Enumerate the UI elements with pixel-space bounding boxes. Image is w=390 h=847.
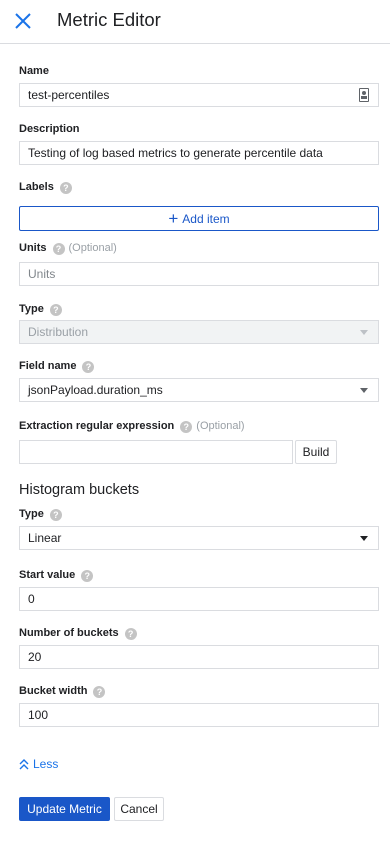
optional-text: (Optional): [68, 242, 117, 254]
extraction-input[interactable]: [19, 440, 293, 464]
help-icon[interactable]: ?: [180, 421, 193, 433]
less-label: Less: [33, 757, 59, 771]
field-name-value: jsonPayload.duration_ms: [28, 383, 163, 397]
description-input[interactable]: Testing of log based metrics to generate…: [19, 141, 379, 165]
start-value-label: Start value?: [19, 569, 94, 582]
labels-label-text: Labels: [19, 181, 54, 193]
description-label: Description: [19, 123, 80, 135]
help-icon[interactable]: ?: [93, 686, 106, 698]
type-value: Distribution: [28, 325, 89, 339]
extraction-label-text: Extraction regular expression: [19, 420, 175, 432]
add-item-button[interactable]: + Add item: [19, 206, 379, 231]
bucket-width-label: Bucket width?: [19, 685, 106, 698]
start-value-input[interactable]: 0: [19, 587, 379, 611]
histogram-type-value: Linear: [28, 531, 62, 545]
bucket-width-value: 100: [28, 708, 49, 722]
double-chevron-up-icon: [19, 759, 29, 770]
labels-label: Labels?: [19, 181, 72, 194]
page-title: Metric Editor: [57, 9, 161, 30]
units-input[interactable]: Units: [19, 262, 379, 286]
start-value-label-text: Start value: [19, 569, 76, 581]
field-name-label-text: Field name: [19, 360, 77, 372]
units-label: Units? (Optional): [19, 242, 117, 255]
bucket-width-input[interactable]: 100: [19, 703, 379, 727]
optional-text: (Optional): [196, 420, 245, 432]
help-icon[interactable]: ?: [59, 182, 72, 194]
cancel-button[interactable]: Cancel: [114, 797, 164, 821]
number-of-buckets-input[interactable]: 20: [19, 645, 379, 669]
help-icon[interactable]: ?: [82, 361, 95, 373]
start-value-value: 0: [28, 592, 35, 606]
type-label: Type?: [19, 303, 62, 316]
histogram-type-label: Type?: [19, 508, 62, 521]
units-label-text: Units: [19, 242, 47, 254]
field-name-select[interactable]: jsonPayload.duration_ms: [19, 378, 379, 402]
field-name-label: Field name?: [19, 360, 95, 373]
extraction-label: Extraction regular expression? (Optional): [19, 420, 245, 433]
name-label: Name: [19, 65, 49, 77]
chevron-down-icon: [360, 388, 368, 393]
bucket-width-label-text: Bucket width: [19, 685, 88, 697]
histogram-type-select[interactable]: Linear: [19, 526, 379, 550]
build-button[interactable]: Build: [295, 440, 337, 464]
update-metric-button[interactable]: Update Metric: [19, 797, 110, 821]
plus-icon: +: [168, 209, 179, 228]
name-input[interactable]: test-percentiles: [19, 83, 379, 107]
add-item-label: Add item: [182, 212, 230, 226]
less-toggle[interactable]: Less: [19, 757, 58, 771]
editor-header: Metric Editor: [0, 0, 390, 44]
histogram-section-title: Histogram buckets: [19, 482, 140, 498]
close-button[interactable]: [12, 10, 34, 32]
type-label-text: Type: [19, 303, 44, 315]
help-icon[interactable]: ?: [49, 509, 62, 521]
type-select: Distribution: [19, 320, 379, 344]
contact-card-icon[interactable]: [359, 88, 369, 102]
number-of-buckets-value: 20: [28, 650, 42, 664]
chevron-down-icon: [360, 536, 368, 541]
description-value: Testing of log based metrics to generate…: [28, 146, 323, 160]
number-of-buckets-label: Number of buckets?: [19, 627, 137, 640]
name-value: test-percentiles: [28, 88, 110, 102]
histogram-type-label-text: Type: [19, 508, 44, 520]
help-icon[interactable]: ?: [52, 243, 65, 255]
help-icon[interactable]: ?: [49, 304, 62, 316]
chevron-down-icon: [360, 330, 368, 335]
close-icon: [15, 13, 31, 29]
units-placeholder: Units: [28, 267, 56, 281]
number-of-buckets-label-text: Number of buckets: [19, 627, 119, 639]
help-icon[interactable]: ?: [81, 570, 94, 582]
help-icon[interactable]: ?: [124, 628, 137, 640]
